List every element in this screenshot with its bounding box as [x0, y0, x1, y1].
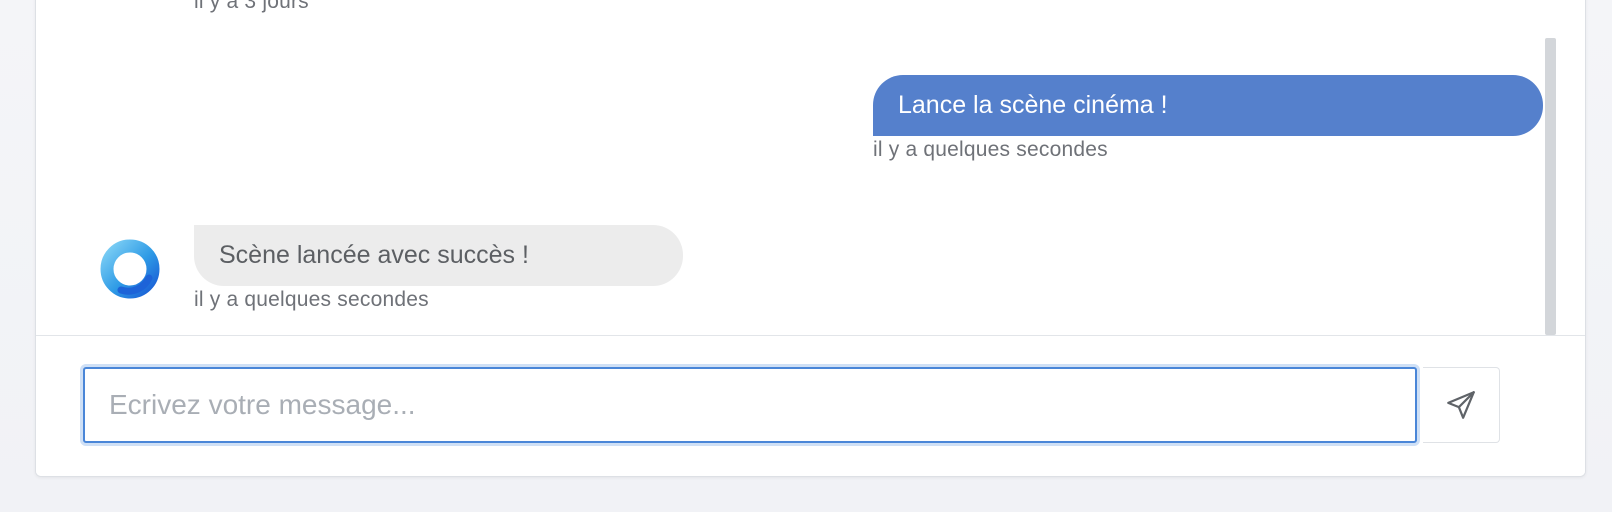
- chat-window: il y a 3 jours Lance la scène cinéma ! i…: [35, 0, 1586, 477]
- ring-logo-icon: [100, 239, 160, 299]
- bot-message-timestamp: il y a quelques secondes: [194, 288, 429, 311]
- page: il y a 3 jours Lance la scène cinéma ! i…: [0, 0, 1612, 512]
- message-list[interactable]: il y a 3 jours Lance la scène cinéma ! i…: [36, 0, 1585, 335]
- previous-message-timestamp: il y a 3 jours: [194, 0, 309, 13]
- user-message-timestamp: il y a quelques secondes: [873, 138, 1108, 161]
- bot-message-bubble: Scène lancée avec succès !: [194, 225, 683, 286]
- bot-avatar: [99, 238, 161, 300]
- send-button[interactable]: [1423, 367, 1500, 443]
- send-paper-plane-icon: [1447, 391, 1475, 419]
- message-list-scrollbar[interactable]: [1545, 38, 1556, 335]
- user-message-bubble: Lance la scène cinéma !: [873, 75, 1543, 136]
- message-composer: [36, 336, 1585, 476]
- message-input[interactable]: [83, 367, 1417, 443]
